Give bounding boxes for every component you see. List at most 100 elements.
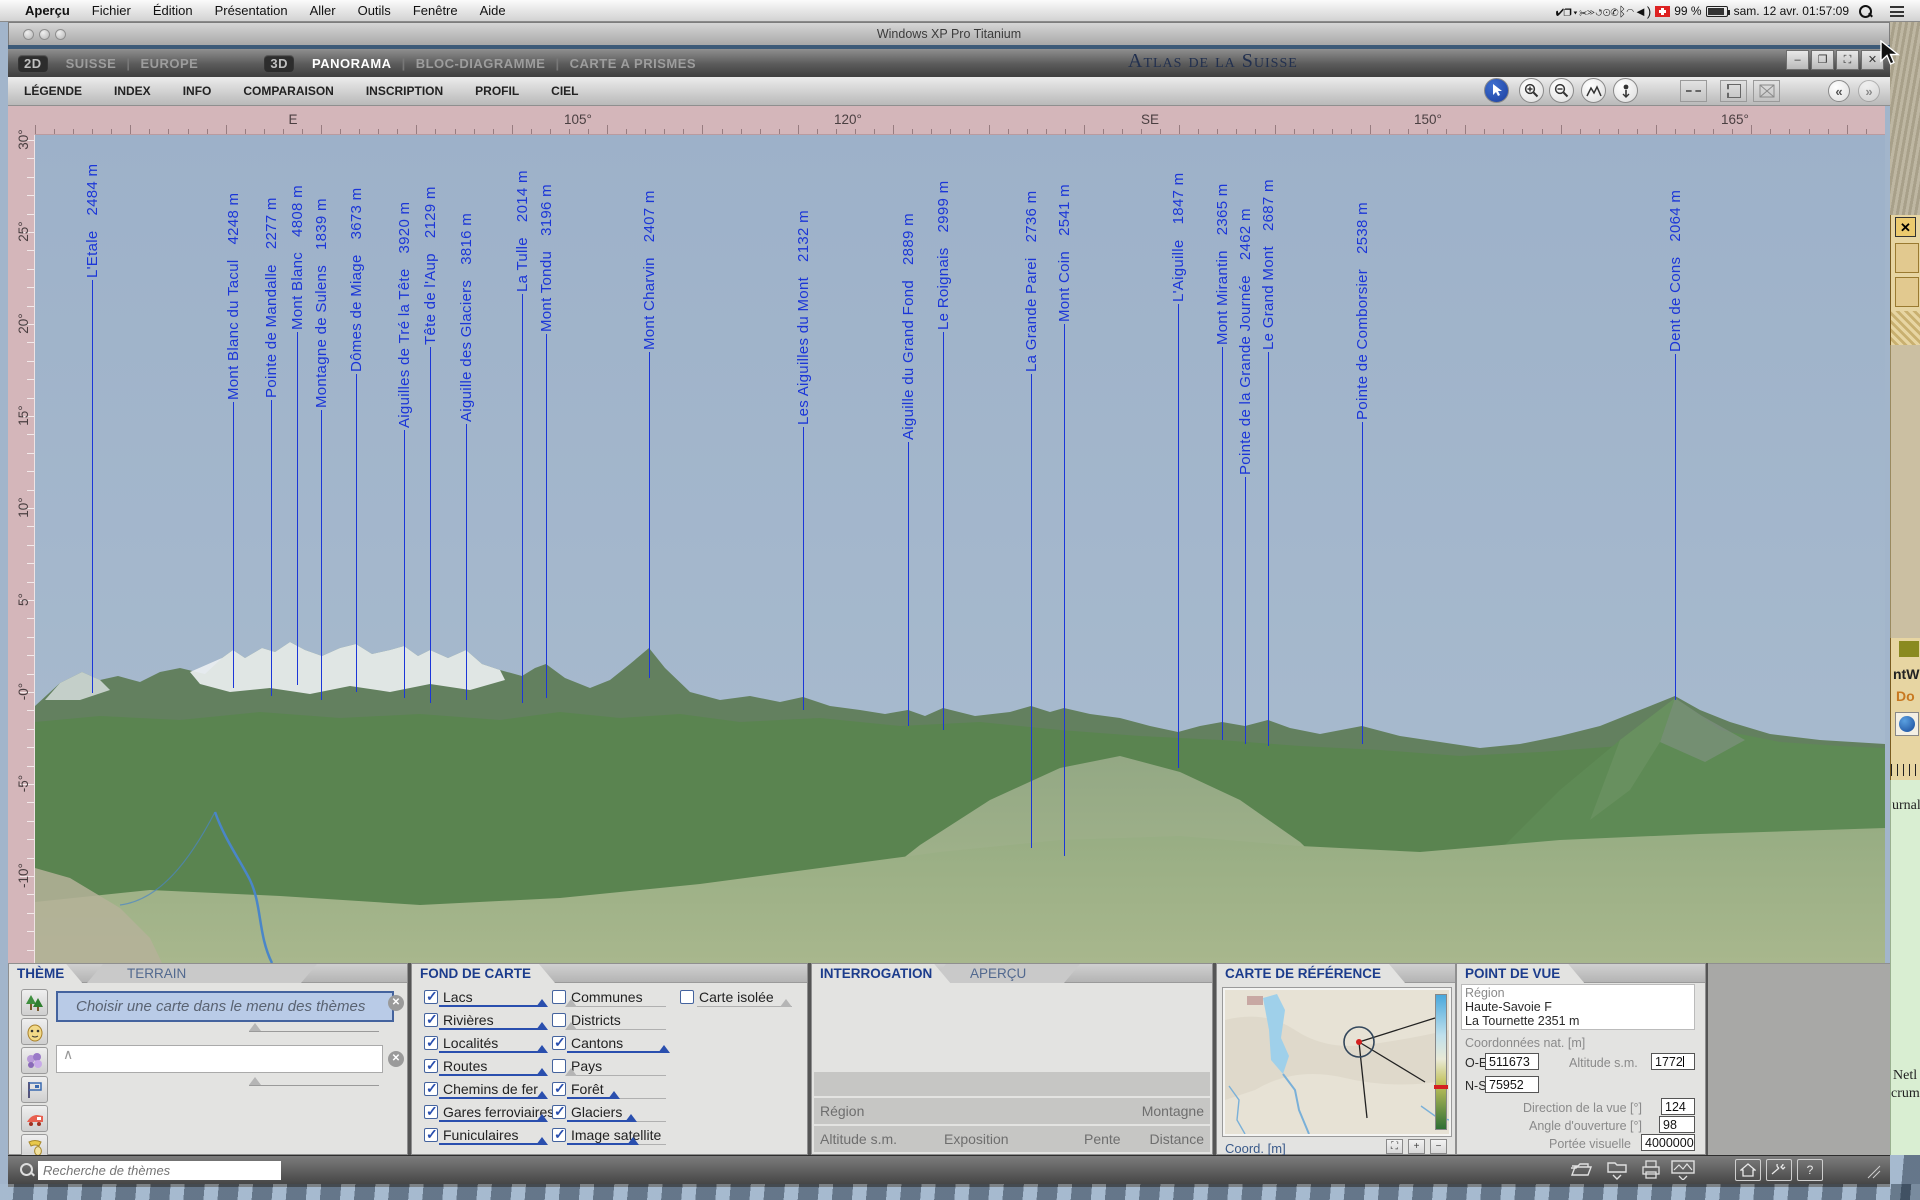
train-icon[interactable] (21, 1105, 48, 1132)
mask-icon[interactable] (21, 1018, 48, 1045)
theme-filter-input[interactable]: ∧ (56, 1045, 383, 1073)
menu-fenêtre[interactable]: Fenêtre (402, 3, 469, 18)
help-button[interactable]: ? (1797, 1159, 1823, 1181)
checkbox-pays[interactable] (552, 1059, 566, 1073)
export-image-icon[interactable] (1671, 1160, 1695, 1185)
menu-clock[interactable]: sam. 12 avr. 01:57:09 (1734, 4, 1849, 18)
checkbox-glaciers[interactable] (552, 1105, 566, 1119)
layer-slider[interactable] (697, 1006, 792, 1007)
menu-aperçu[interactable]: Aperçu (14, 3, 81, 18)
menu-édition[interactable]: Édition (142, 3, 204, 18)
checkbox-routes[interactable] (424, 1059, 438, 1073)
altitude-input[interactable]: 1772 (1651, 1053, 1695, 1070)
slider-handle[interactable] (627, 1137, 639, 1145)
zoom-in-icon[interactable] (1519, 78, 1544, 103)
checkbox-rivières[interactable] (424, 1013, 438, 1027)
panorama-3d-view[interactable]: L'Etale2484 mMont Blanc du Tacul4248 mPo… (35, 135, 1885, 963)
open-folder-icon[interactable] (1570, 1160, 1592, 1183)
window-maximize-button[interactable]: ⛶ (1836, 50, 1859, 70)
zoom-traffic-light[interactable] (55, 29, 66, 40)
panorama-profile-icon[interactable] (1581, 78, 1606, 103)
forward-icon[interactable]: » (1858, 80, 1880, 102)
checkbox-districts[interactable] (552, 1013, 566, 1027)
fit-map-button[interactable]: ⛶ (1386, 1139, 1403, 1154)
checkbox-chemins-de-fer[interactable] (424, 1082, 438, 1096)
slider-handle[interactable] (536, 999, 548, 1007)
menu2-légende[interactable]: LÉGENDE (8, 84, 98, 98)
checkbox-gares-ferroviaires[interactable] (424, 1105, 438, 1119)
map-zoom-out-button[interactable]: − (1430, 1139, 1447, 1154)
accessibility-icon[interactable]: ⊙ (1603, 4, 1611, 19)
tab-terrain[interactable]: TERRAIN (87, 964, 317, 983)
checkbox-lacs[interactable] (424, 990, 438, 1004)
slider-handle[interactable] (625, 1114, 637, 1122)
menu2-profil[interactable]: PROFIL (459, 84, 535, 98)
resize-grip-icon[interactable] (1866, 1164, 1882, 1185)
direction-input[interactable]: 124 (1661, 1098, 1695, 1115)
window-restore-button[interactable]: ❐ (1811, 50, 1834, 70)
angle-input[interactable]: 98 (1659, 1116, 1695, 1133)
tab-interrogation[interactable]: INTERROGATION (812, 964, 950, 983)
tab-europe[interactable]: EUROPE (130, 56, 208, 71)
slider-handle[interactable] (608, 1091, 620, 1099)
notification-center-icon[interactable] (1890, 6, 1904, 17)
slider-handle[interactable] (658, 1045, 670, 1053)
zoom-out-icon[interactable] (1549, 78, 1574, 103)
menu-aide[interactable]: Aide (469, 3, 517, 18)
minimize-traffic-light[interactable] (39, 29, 50, 40)
reference-map[interactable] (1223, 988, 1451, 1136)
tab-carte-a-prismes[interactable]: CARTE A PRISMES (560, 56, 706, 71)
theme-map-dropdown[interactable]: Choisir une carte dans le menu des thème… (56, 991, 394, 1022)
slider-handle[interactable] (565, 999, 577, 1007)
menu2-inscription[interactable]: INSCRIPTION (350, 84, 459, 98)
slider-handle[interactable] (536, 1022, 548, 1030)
layout-split-icon[interactable] (1720, 80, 1747, 102)
divider-handle[interactable] (249, 1077, 261, 1085)
tab-panorama[interactable]: PANORAMA (302, 56, 402, 71)
battery-icon[interactable] (1706, 6, 1728, 17)
menu2-ciel[interactable]: CIEL (535, 84, 594, 98)
slider-handle[interactable] (536, 1068, 548, 1076)
menu2-info[interactable]: INFO (167, 84, 228, 98)
layout-dashed-icon[interactable] (1680, 80, 1707, 102)
time-machine-icon[interactable]: ↺ (1595, 4, 1603, 19)
sync-check-icon[interactable]: ✔ (1556, 4, 1564, 19)
checkbox-forêt[interactable] (552, 1082, 566, 1096)
checkbox-cantons[interactable] (552, 1036, 566, 1050)
oe-input[interactable]: 511673 (1485, 1053, 1539, 1070)
slider-handle[interactable] (536, 1114, 548, 1122)
checkbox-funiculaires[interactable] (424, 1128, 438, 1142)
pointer-tool-icon[interactable] (1484, 78, 1509, 103)
menu-outils[interactable]: Outils (347, 3, 402, 18)
menu-aller[interactable]: Aller (299, 3, 347, 18)
viewpoint-icon[interactable] (1613, 78, 1638, 103)
print-icon[interactable] (1641, 1160, 1661, 1185)
clear-theme-icon[interactable]: ✕ (388, 995, 404, 1011)
flag-icon[interactable] (21, 1076, 48, 1103)
layout-cross-icon[interactable] (1753, 80, 1780, 102)
home-view-button[interactable] (1735, 1159, 1761, 1181)
checkbox-image-satellite[interactable] (552, 1128, 566, 1142)
spotlight-icon[interactable] (1859, 5, 1872, 18)
layer-slider[interactable] (567, 1075, 666, 1076)
layer-slider[interactable] (567, 1029, 666, 1030)
slider-handle[interactable] (780, 999, 792, 1007)
menu-présentation[interactable]: Présentation (204, 3, 299, 18)
slider-handle[interactable] (565, 1068, 577, 1076)
volume-icon[interactable]: ◄) (1634, 4, 1651, 19)
back-icon[interactable]: « (1828, 80, 1850, 102)
ns-input[interactable]: 75952 (1485, 1076, 1539, 1093)
menu2-comparaison[interactable]: COMPARAISON (227, 84, 349, 98)
checkbox-localités[interactable] (424, 1036, 438, 1050)
slider-handle[interactable] (536, 1091, 548, 1099)
tab-bloc-diagramme[interactable]: BLOC-DIAGRAMME (406, 56, 556, 71)
theme-search-input[interactable] (38, 1161, 281, 1180)
displays-icon[interactable]: ❒ (1564, 4, 1572, 19)
wifi-icon[interactable]: ◠ (1626, 4, 1634, 19)
tools-button[interactable] (1766, 1159, 1792, 1181)
close-traffic-light[interactable] (23, 29, 34, 40)
portee-input[interactable]: 4000000 (1641, 1134, 1695, 1151)
map-zoom-in-button[interactable]: + (1408, 1139, 1425, 1154)
checkbox-communes[interactable] (552, 990, 566, 1004)
slider-handle[interactable] (536, 1137, 548, 1145)
